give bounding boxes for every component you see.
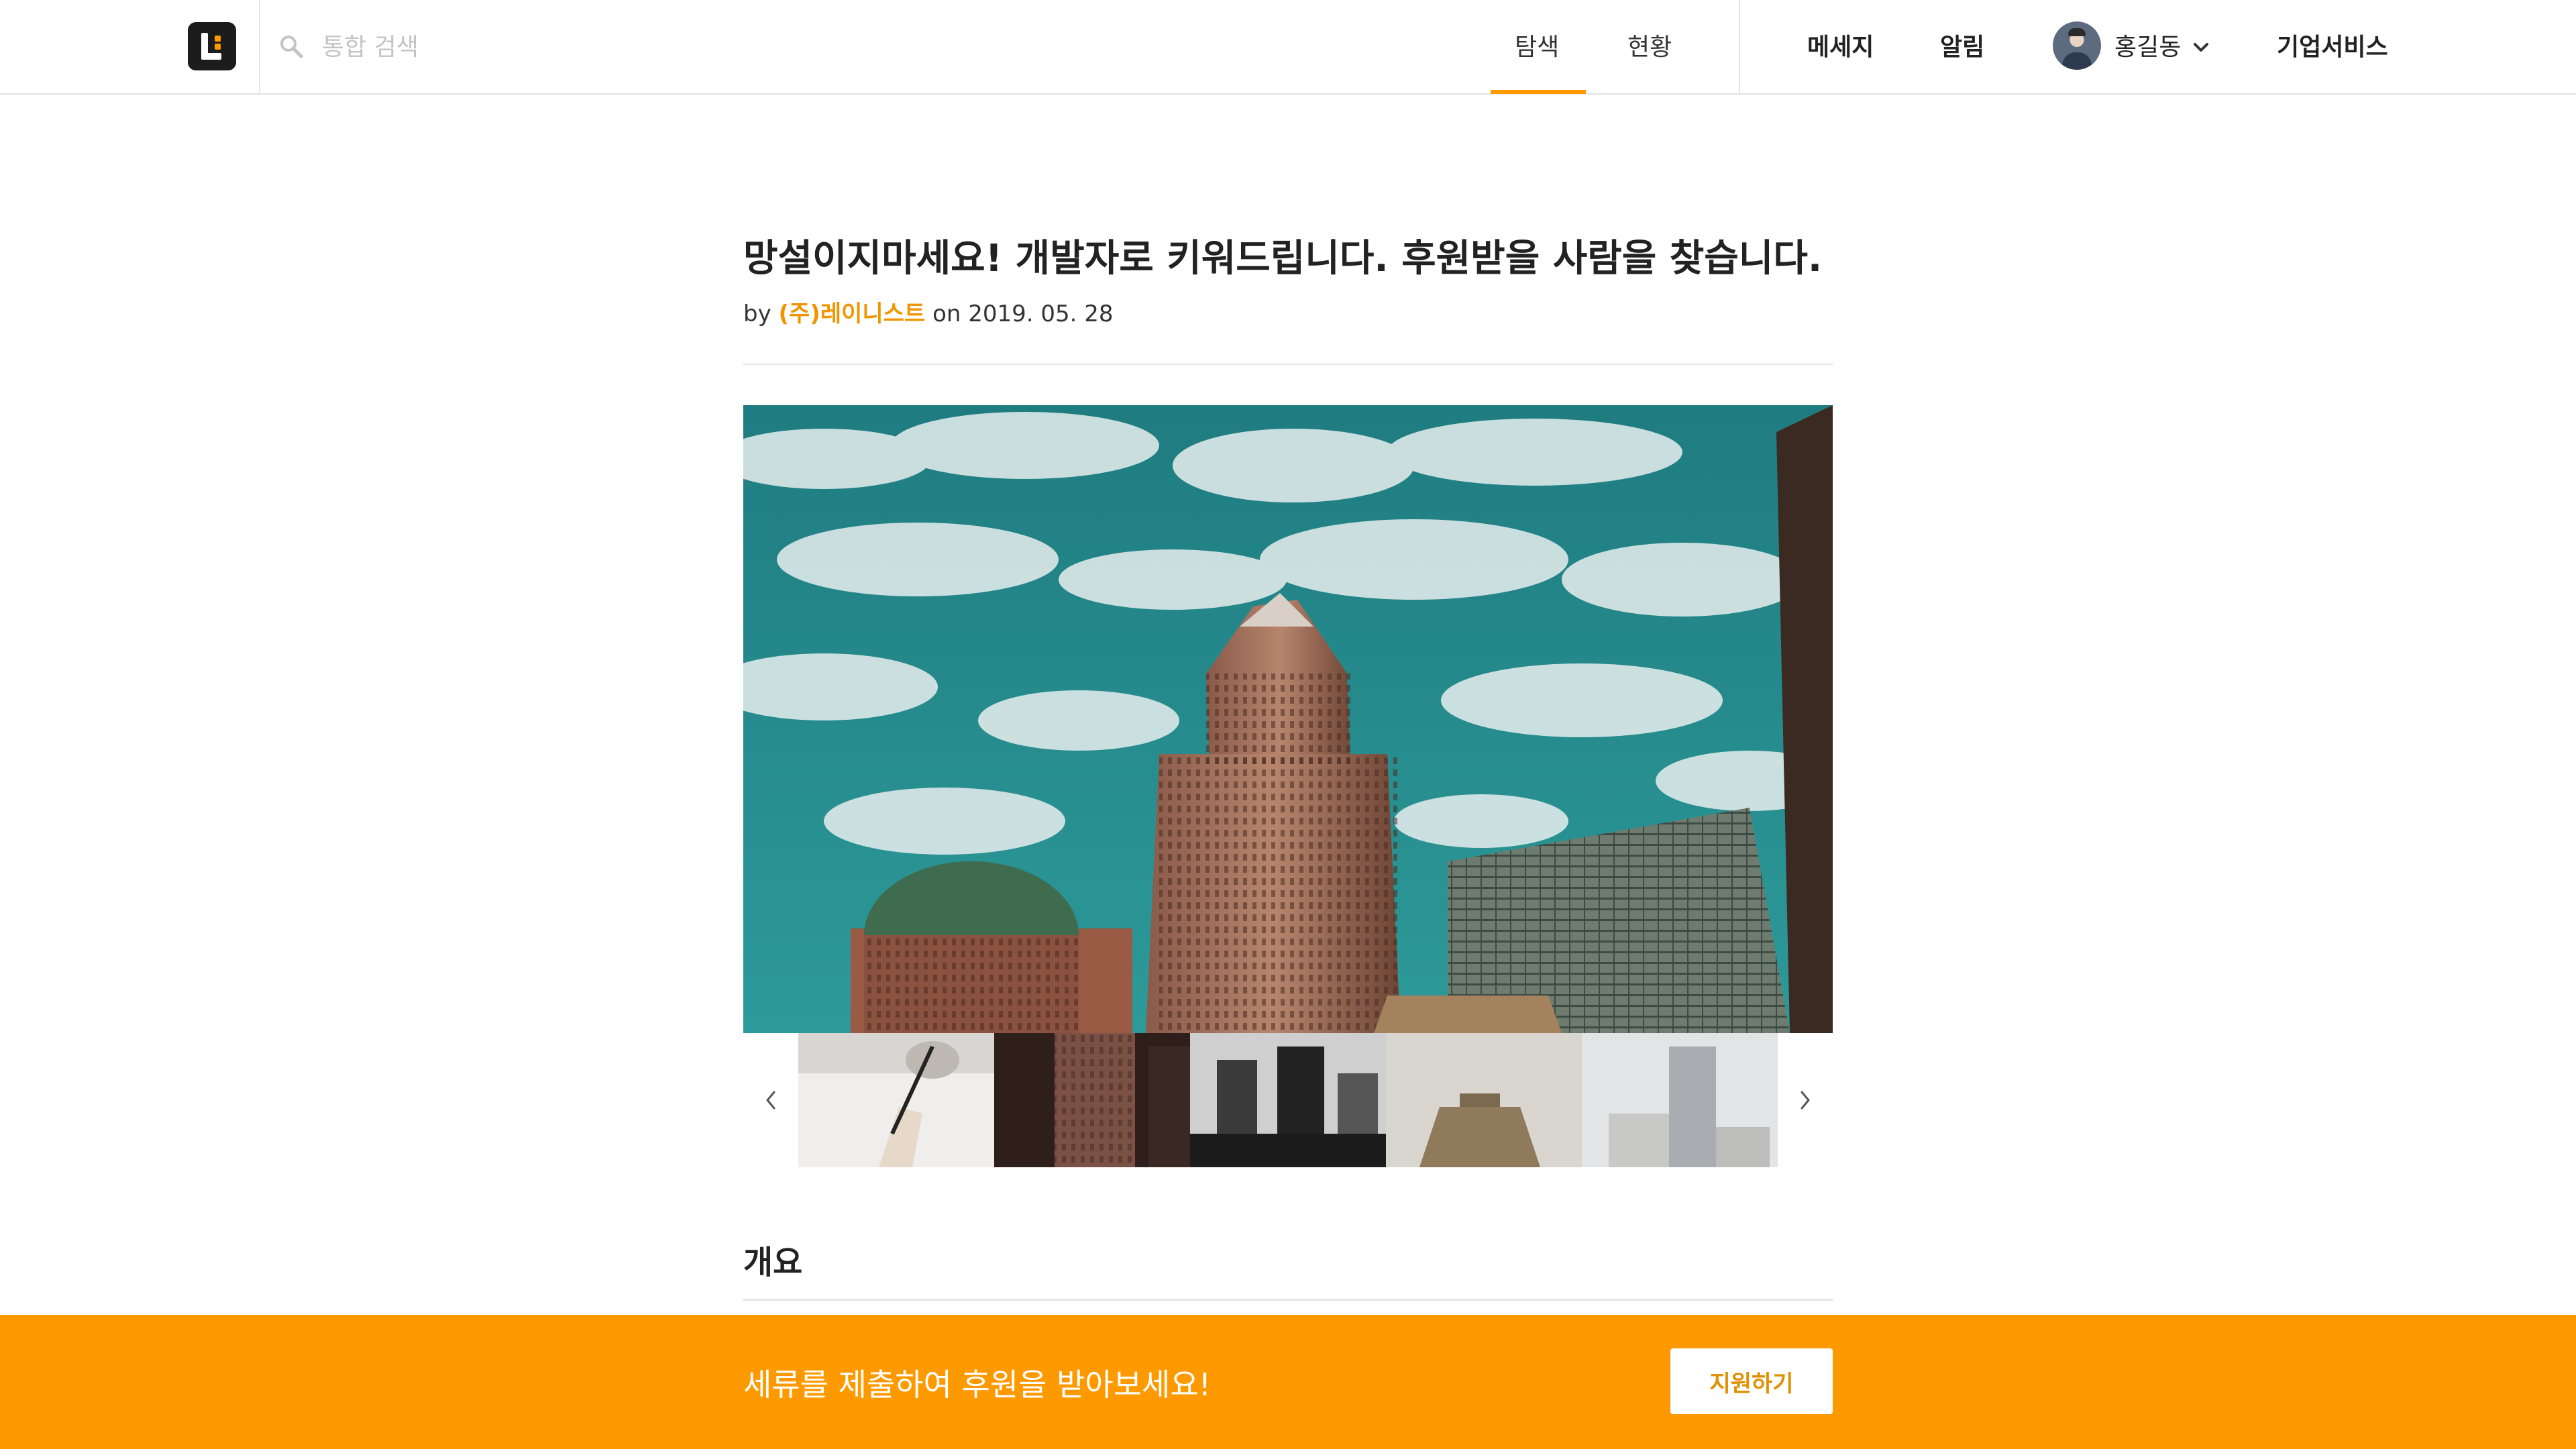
title-divider (743, 364, 1833, 365)
chevron-right-icon[interactable] (1778, 1033, 1833, 1167)
section-divider (743, 1299, 1833, 1301)
header-divider (259, 0, 260, 93)
hero-image (743, 405, 1833, 1033)
byline-prefix: by (743, 301, 771, 327)
chevron-down-icon[interactable] (2191, 38, 2211, 58)
chevron-left-icon[interactable] (743, 1033, 798, 1167)
avatar[interactable] (2053, 21, 2101, 70)
messages-link[interactable]: 메세지 (1807, 31, 1874, 64)
top-navbar: 탐색 현황 메세지 알림 홍길동 기업서비스 (0, 0, 2576, 95)
apply-button[interactable]: 지원하기 (1670, 1348, 1833, 1414)
apply-cta-bar: 세류를 제출하여 후원을 받아보세요! 지원하기 (0, 1315, 2576, 1449)
search-icon (280, 36, 303, 58)
company-link[interactable]: (주)레이니스트 (779, 301, 926, 327)
thumbnail-3[interactable] (1190, 1033, 1386, 1167)
business-services-link[interactable]: 기업서비스 (2277, 31, 2388, 64)
tab-status[interactable]: 현황 (1627, 31, 1672, 64)
app-logo[interactable] (188, 22, 236, 70)
cta-message: 세류를 제출하여 후원을 받아보세요! (743, 1366, 1212, 1403)
post-date: 2019. 05. 28 (968, 301, 1114, 327)
search-input[interactable] (322, 27, 792, 67)
notifications-link[interactable]: 알림 (1940, 31, 1984, 64)
thumbnail-5[interactable] (1582, 1033, 1778, 1167)
tab-explore[interactable]: 탐색 (1515, 31, 1559, 64)
user-name[interactable]: 홍길동 (2114, 31, 2181, 64)
header-divider-right (1739, 0, 1740, 93)
thumbnail-carousel (743, 1033, 1833, 1167)
thumbnail-1[interactable] (798, 1033, 994, 1167)
thumbnail-2[interactable] (994, 1033, 1190, 1167)
date-prefix: on (932, 301, 961, 327)
post-title: 망설이지마세요! 개발자로 키워드립니다. 후원받을 사람을 찾습니다. (743, 237, 1823, 280)
tab-active-indicator (1491, 90, 1586, 94)
post-byline: by (주)레이니스트 on 2019. 05. 28 (743, 295, 1114, 328)
section-title-overview: 개요 (743, 1244, 803, 1281)
thumbnail-4[interactable] (1386, 1033, 1582, 1167)
